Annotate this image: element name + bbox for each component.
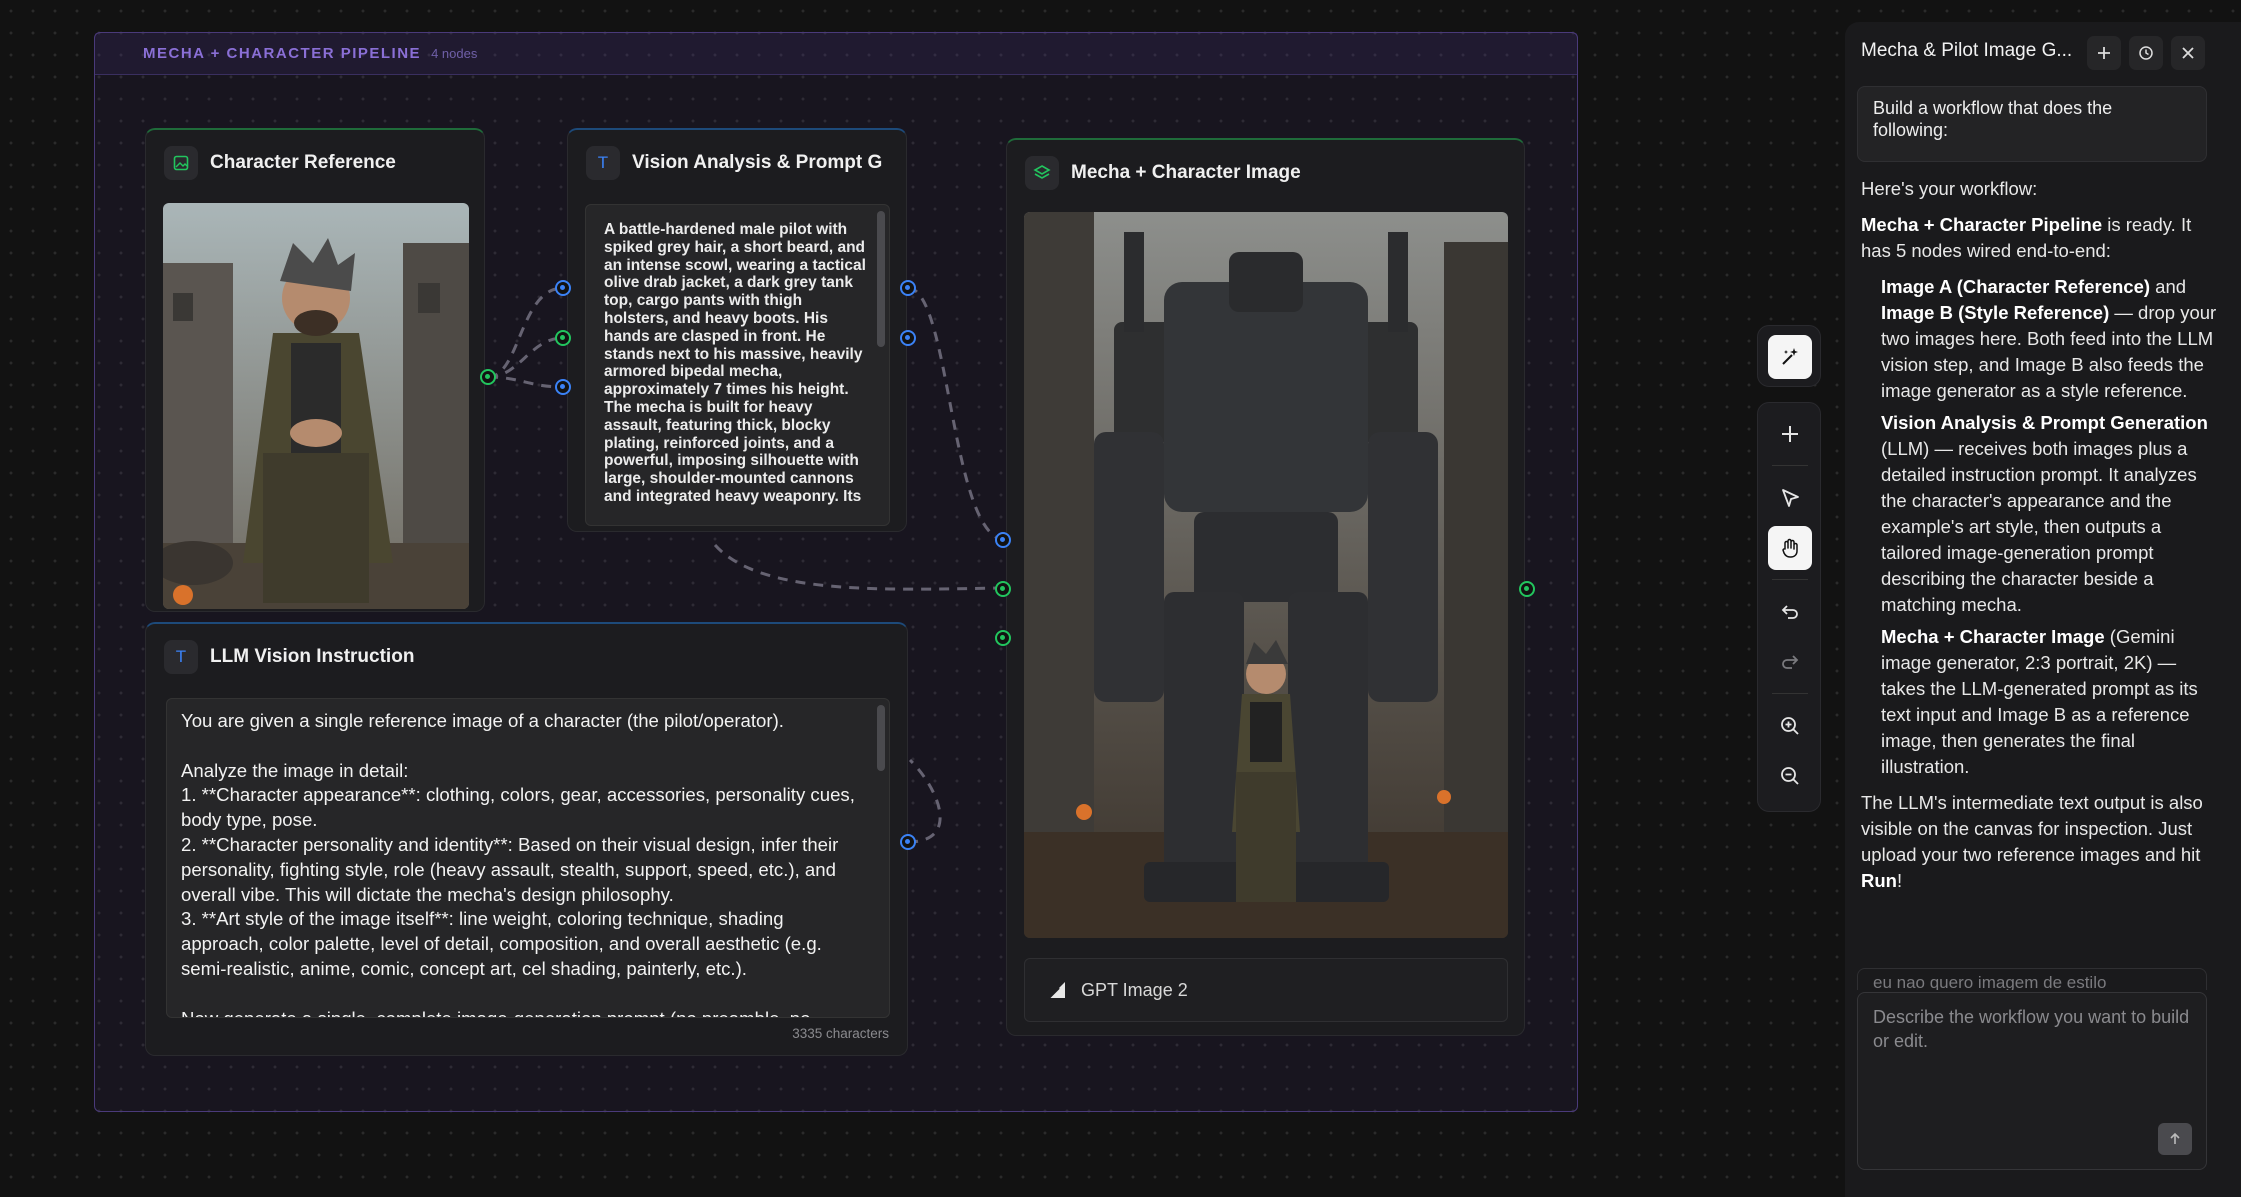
handle-image-input-3[interactable] [995,630,1011,646]
handle-character-output[interactable] [480,369,496,385]
vision-scrollbar[interactable] [877,211,885,347]
send-button[interactable] [2158,1123,2192,1155]
handle-image-input-2[interactable] [995,581,1011,597]
node-character-reference[interactable]: Character Reference [145,128,485,612]
arrow-up-icon [2170,1132,2180,1144]
chat-input-placeholder: Describe the workflow you want to build … [1873,1007,2190,1051]
node-title: Vision Analysis & Prompt G [632,152,883,173]
magic-wand-icon[interactable] [1768,335,1812,379]
close-panel-button[interactable] [2171,36,2205,70]
history-icon [2139,46,2153,60]
handle-vision-input-3[interactable] [555,379,571,395]
ai-toolbar [1757,325,1821,387]
node-header[interactable]: Mecha + Character Image [1025,154,1506,192]
assistant-list-item: Vision Analysis & Prompt Generation (LLM… [1881,412,2208,615]
undo-icon[interactable] [1768,590,1812,634]
handle-instruction-output[interactable] [900,834,916,850]
model-label: GPT Image 2 [1081,979,1188,1000]
vision-output-textbox[interactable]: A battle-hardened male pilot with spiked… [585,204,890,526]
node-header[interactable]: T Vision Analysis & Prompt G [586,144,888,182]
assistant-list-item: Mecha + Character Image (Gemini image ge… [1881,626,2198,777]
redo-icon[interactable] [1768,640,1812,684]
new-chat-button[interactable] [2087,36,2121,70]
toolbar-divider [1772,579,1808,580]
handle-image-output[interactable] [1519,581,1535,597]
plus-icon [2098,47,2110,59]
instruction-text: You are given a single reference image o… [181,710,855,1017]
user-message: Build a workflow that does the following… [1857,86,2207,162]
text-icon: T [586,146,620,180]
toolbar-divider [1772,693,1808,694]
chat-input[interactable]: Describe the workflow you want to build … [1857,992,2207,1170]
group-title: MECHA + CHARACTER PIPELINE [143,45,422,62]
generated-mecha-image[interactable] [1024,212,1508,938]
add-node-icon[interactable] [1768,412,1812,456]
image-icon [164,146,198,180]
select-pointer-icon[interactable] [1768,476,1812,520]
node-llm-vision-instruction[interactable]: T LLM Vision Instruction You are given a… [145,622,908,1056]
history-button[interactable] [2129,36,2163,70]
canvas-toolbar [1757,402,1821,812]
node-header[interactable]: T LLM Vision Instruction [164,638,889,676]
instruction-textbox[interactable]: You are given a single reference image o… [166,698,890,1018]
handle-vision-input-2[interactable] [555,330,571,346]
assistant-chat-panel: Mecha & Pilot Image G... Build a workflo… [1845,22,2241,1197]
layers-icon [1025,156,1059,190]
node-header[interactable]: Character Reference [164,144,466,182]
handle-vision-output-1[interactable] [900,280,916,296]
group-header[interactable]: MECHA + CHARACTER PIPELINE 4 nodes [95,33,1577,75]
handle-vision-input-1[interactable] [555,280,571,296]
node-mecha-character-image[interactable]: Mecha + Character Image GPT Image 2 [1006,138,1525,1036]
assistant-message: Here's your workflow: Mecha + Character … [1861,176,2221,904]
group-node-count: 4 nodes [431,46,478,61]
close-icon [2182,47,2194,59]
handle-vision-output-2[interactable] [900,330,916,346]
handle-image-input-1[interactable] [995,532,1011,548]
character-count: 3335 characters [792,1026,889,1041]
toolbar-divider [1772,465,1808,466]
node-vision-analysis[interactable]: T Vision Analysis & Prompt G A battle-ha… [567,128,907,532]
pan-hand-icon[interactable] [1768,526,1812,570]
zoom-in-icon[interactable] [1768,704,1812,748]
assistant-intro: Here's your workflow: [1861,178,2038,199]
zoom-out-icon[interactable] [1768,754,1812,798]
instruction-scrollbar[interactable] [877,705,885,771]
chat-title: Mecha & Pilot Image G... [1861,40,2073,61]
node-title: LLM Vision Instruction [210,646,415,667]
text-icon: T [164,640,198,674]
openai-model-icon [1048,982,1065,999]
assistant-summary: Mecha + Character Pipeline is ready. It … [1861,214,2192,261]
vision-output-text: A battle-hardened male pilot with spiked… [604,221,871,505]
previous-user-message: eu nao quero imagem de estilo [1857,968,2207,990]
assistant-list-item: Image A (Character Reference) and Image … [1881,276,2217,401]
model-selector[interactable]: GPT Image 2 [1024,958,1508,1022]
node-title: Mecha + Character Image [1071,162,1301,183]
assistant-outro: The LLM's intermediate text output is al… [1861,792,2203,891]
character-reference-image[interactable] [163,203,469,609]
node-title: Character Reference [210,152,396,173]
